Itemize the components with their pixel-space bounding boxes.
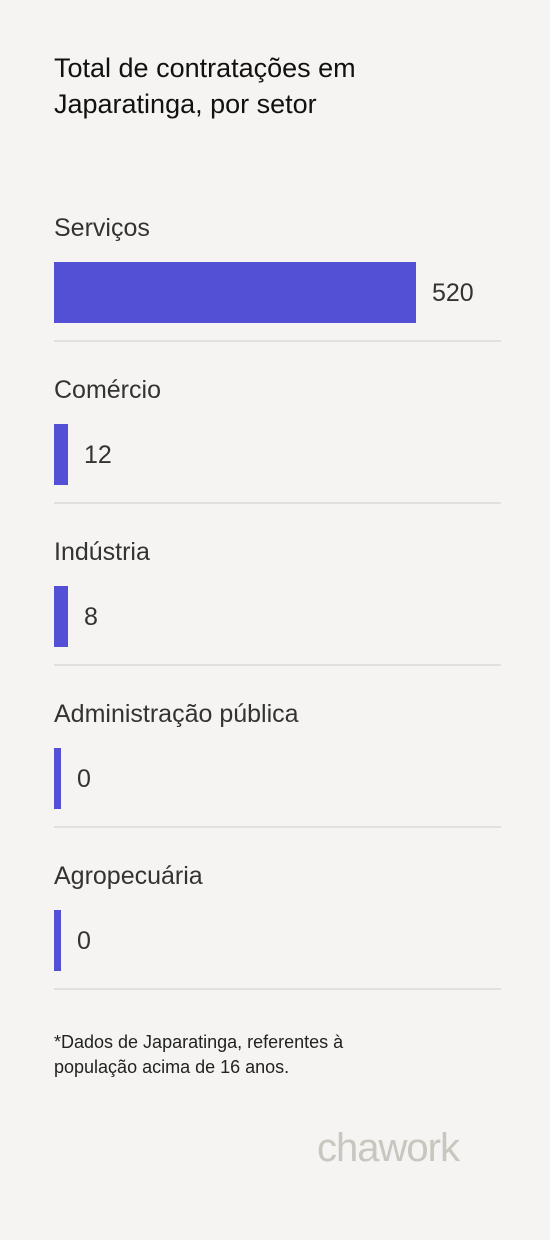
footnote-line-1: *Dados de Japaratinga, referentes à xyxy=(54,1032,344,1052)
bar-value-label: 8 xyxy=(84,603,98,631)
chart-title-line-1: Total de contratações em xyxy=(54,53,356,83)
bar-row: Administração pública 0 xyxy=(54,666,501,828)
bar-value-label: 12 xyxy=(84,441,112,469)
category-label: Serviços xyxy=(54,214,150,242)
footnote: *Dados de Japaratinga, referentes à popu… xyxy=(54,1030,454,1080)
bar xyxy=(54,910,61,971)
bar xyxy=(54,586,68,647)
bar xyxy=(54,748,61,809)
bar-value-label: 520 xyxy=(432,279,474,307)
bar xyxy=(54,424,68,485)
footnote-line-2: população acima de 16 anos. xyxy=(54,1057,290,1077)
bar-row: Indústria 8 xyxy=(54,504,501,666)
category-label: Agropecuária xyxy=(54,862,203,890)
brand-logo: chawork xyxy=(317,1126,460,1170)
chart-title-line-2: Japaratinga, por setor xyxy=(54,89,317,119)
bar-row: Agropecuária 0 xyxy=(54,828,501,990)
bar-rows: Serviços 520 Comércio 12 Indústria 8 Administr… xyxy=(54,180,501,990)
row-divider xyxy=(54,988,501,990)
bar-value-label: 0 xyxy=(77,927,91,955)
bar-row: Serviços 520 xyxy=(54,180,501,342)
category-label: Administração pública xyxy=(54,700,299,728)
bar xyxy=(54,262,416,323)
category-label: Indústria xyxy=(54,538,150,566)
bar-row: Comércio 12 xyxy=(54,342,501,504)
category-label: Comércio xyxy=(54,376,161,404)
chart-card: Total de contratações em Japaratinga, po… xyxy=(0,0,550,1240)
chart-title: Total de contratações em Japaratinga, po… xyxy=(54,50,494,122)
bar-value-label: 0 xyxy=(77,765,91,793)
